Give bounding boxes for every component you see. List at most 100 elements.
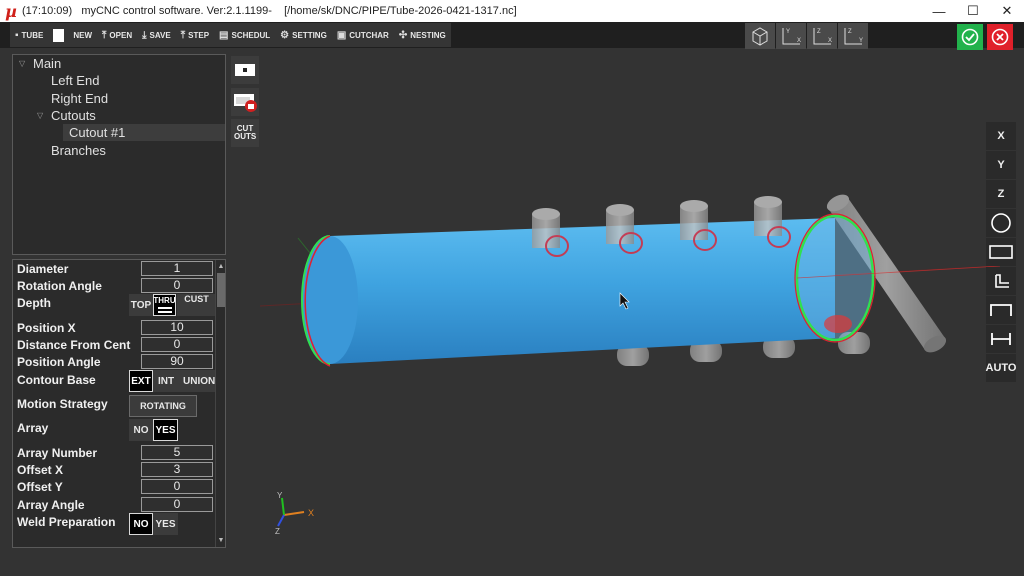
tree-item-cutouts[interactable]: ▽ Cutouts [37, 107, 96, 124]
save-button[interactable]: ⤓ SAVE [137, 23, 176, 47]
diameter-field[interactable]: 1 [141, 261, 213, 276]
array-number-label: Array Number [17, 446, 98, 460]
cancel-button[interactable] [987, 24, 1013, 50]
offset-y-label: Offset Y [17, 480, 63, 494]
weld-no-button[interactable]: NO [129, 513, 153, 535]
close-window-button[interactable]: ✕ [990, 0, 1024, 22]
position-x-label: Position X [17, 321, 76, 335]
svg-text:Z: Z [817, 29, 821, 35]
download-icon: ⤓ [142, 29, 147, 41]
scroll-up-icon[interactable]: ▲ [216, 261, 225, 272]
view-xz-button[interactable]: ZX [807, 23, 837, 49]
ibeam-profile-button[interactable] [986, 325, 1016, 353]
diameter-label: Diameter [17, 262, 69, 276]
array-angle-field[interactable]: 0 [141, 497, 213, 512]
upload-icon: ⤒ [180, 29, 186, 41]
view-yz-button[interactable]: ZY [838, 23, 868, 49]
view-xy-button[interactable]: YX [776, 23, 806, 49]
depth-cust-button[interactable]: CUST [177, 294, 215, 316]
tree-item-branches[interactable]: Branches [51, 142, 106, 159]
array-number-field[interactable]: 5 [141, 445, 213, 460]
tree-item-right-end[interactable]: Right End [51, 90, 108, 107]
close-circle-icon [991, 28, 1009, 46]
motion-strategy-label: Motion Strategy [17, 397, 108, 411]
tree-item-main[interactable]: ▽ Main [19, 55, 61, 72]
right-end-cut-mark [824, 315, 852, 333]
properties-panel: Diameter 1 Rotation Angle 0 Depth TOP TH… [12, 259, 226, 548]
gizmo-y-label: Y [277, 491, 283, 500]
circle-icon [991, 213, 1011, 233]
scroll-thumb[interactable] [217, 273, 225, 307]
depth-label: Depth [17, 296, 51, 310]
channel-profile-button[interactable] [986, 296, 1016, 324]
view-buttons: YX ZX ZY [745, 23, 868, 49]
delete-cutout-button[interactable] [231, 88, 259, 116]
step-button[interactable]: ⤒ STEP [176, 23, 214, 47]
contour-union-button[interactable]: UNION [179, 370, 215, 392]
rectangle-icon [989, 245, 1013, 259]
gizmo-z-label: Z [275, 527, 280, 536]
tube-button[interactable]: ▪ TUBE [10, 23, 48, 47]
schedule-icon: ▤ [219, 29, 229, 41]
angle-profile-button[interactable] [986, 267, 1016, 295]
view-iso-button[interactable] [745, 23, 775, 49]
offset-y-field[interactable]: 0 [141, 479, 213, 494]
axis-y-button[interactable]: Y [986, 151, 1016, 179]
cube-icon [752, 27, 768, 46]
axis-z-button[interactable]: Z [986, 180, 1016, 208]
cutouts-button[interactable]: CUT OUTS [231, 119, 259, 147]
contour-int-button[interactable]: INT [153, 370, 179, 392]
offset-x-field[interactable]: 3 [141, 462, 213, 477]
position-x-field[interactable]: 10 [141, 320, 213, 335]
open-button[interactable]: ⤒ OPEN [97, 23, 137, 47]
cutchar-button[interactable]: ▣ CUTCHAR [332, 23, 394, 47]
title-bar: µ (17:10:09) myCNC control software. Ver… [0, 0, 1024, 22]
motion-strategy-button[interactable]: ROTATING [129, 395, 197, 417]
properties-scrollbar[interactable]: ▲ ▼ [215, 260, 225, 547]
rectangle-profile-button[interactable] [986, 238, 1016, 266]
svg-text:X: X [828, 38, 832, 44]
ok-button[interactable] [957, 24, 983, 50]
feature-tree: ▽ Main Left End Right End ▽ Cutouts Cutout… [12, 54, 226, 255]
new-file-icon [53, 28, 65, 42]
tree-item-cutout-1[interactable]: Cutout #1 [69, 124, 125, 141]
weld-preparation-label: Weld Preparation [17, 515, 116, 529]
distance-from-center-field[interactable]: 0 [141, 337, 213, 352]
gear-icon: ⚙ [280, 29, 290, 41]
gizmo-x-label: X [308, 508, 314, 518]
new-button[interactable]: NEW [48, 23, 97, 47]
maximize-button[interactable]: ☐ [956, 0, 990, 22]
circle-profile-button[interactable] [986, 209, 1016, 237]
axis-gizmo: X Y Z [275, 491, 314, 536]
rectangle-shape-icon [235, 64, 255, 76]
array-label: Array [17, 421, 49, 435]
schedul-button[interactable]: ▤ SCHEDUL [214, 23, 275, 47]
nesting-button[interactable]: ✣ NESTING [394, 23, 451, 47]
array-angle-label: Array Angle [17, 498, 85, 512]
channel-profile-icon [990, 304, 1012, 316]
expand-arrow-icon: ▽ [37, 111, 44, 120]
array-yes-button[interactable]: YES [153, 419, 178, 441]
tree-item-left-end[interactable]: Left End [51, 72, 99, 89]
setting-button[interactable]: ⚙ SETTING [275, 23, 332, 47]
auto-button[interactable]: AUTO [986, 354, 1016, 382]
upload-icon: ⤒ [102, 29, 107, 41]
xy-plane-icon: YX [782, 28, 801, 45]
xz-plane-icon: ZX [813, 28, 832, 45]
tube-icon: ▪ [15, 29, 19, 41]
depth-thru-button[interactable]: THRU [153, 294, 176, 316]
scroll-down-icon[interactable]: ▼ [216, 535, 225, 546]
position-angle-label: Position Angle [17, 355, 101, 369]
toolbar: ▪ TUBE NEW ⤒ OPEN ⤓ SAVE ⤒ STEP ▤ SCHEDUL ⚙ SE… [0, 22, 1024, 48]
nesting-icon: ✣ [398, 29, 408, 41]
distance-from-center-label: Distance From Cent [17, 338, 131, 352]
contour-ext-button[interactable]: EXT [129, 370, 153, 392]
weld-yes-button[interactable]: YES [153, 513, 178, 535]
array-no-button[interactable]: NO [129, 419, 153, 441]
rotation-angle-field[interactable]: 0 [141, 278, 213, 293]
position-angle-field[interactable]: 90 [141, 354, 213, 369]
single-cutout-button[interactable] [231, 56, 259, 84]
minimize-button[interactable]: — [922, 0, 956, 22]
axis-x-button[interactable]: X [986, 122, 1016, 150]
depth-top-button[interactable]: TOP [129, 294, 153, 316]
